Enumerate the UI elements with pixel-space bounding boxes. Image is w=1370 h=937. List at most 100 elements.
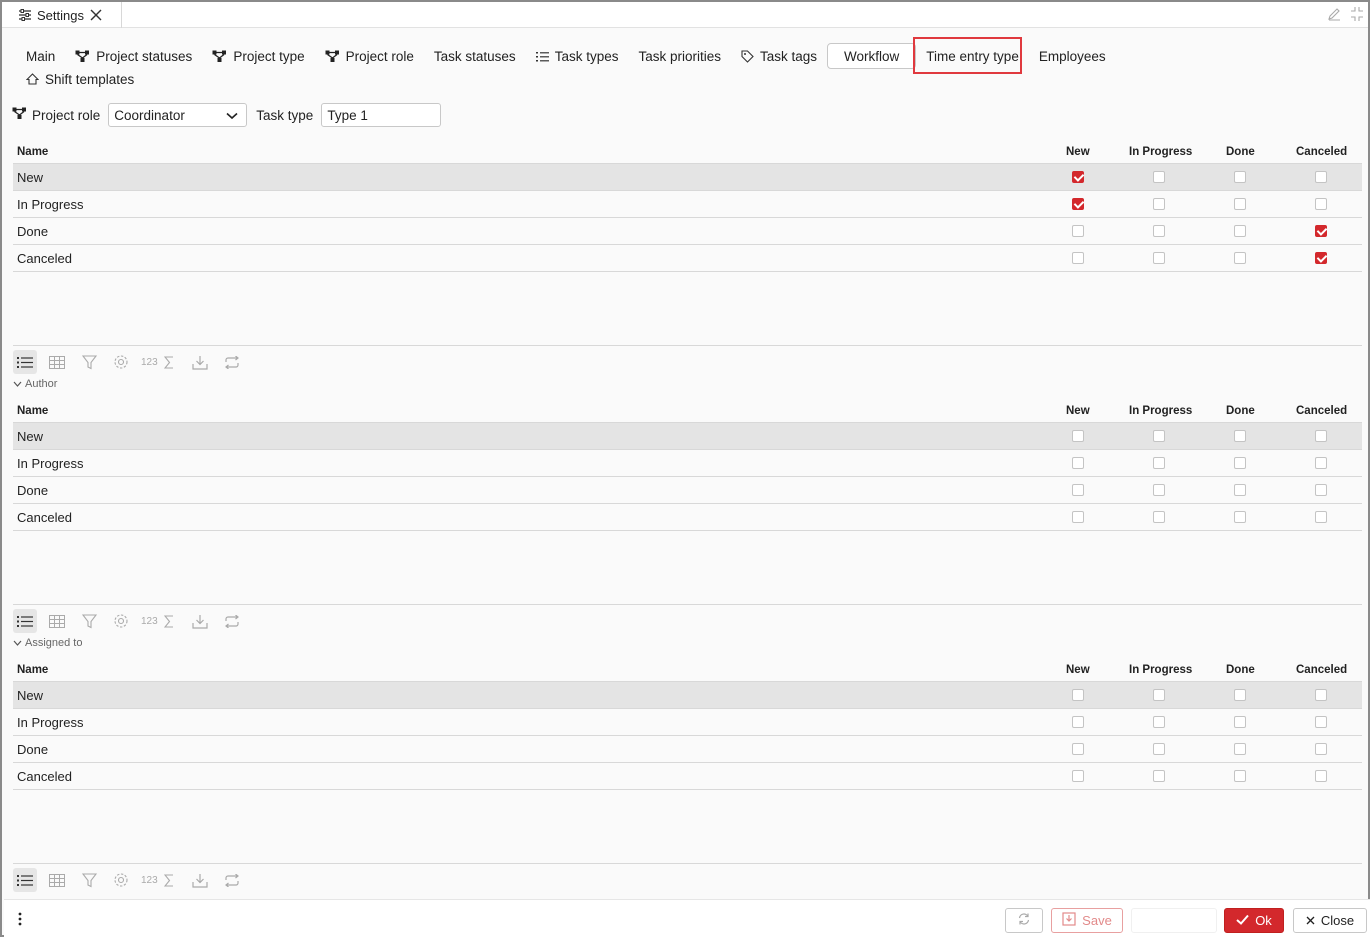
table-row[interactable]: In Progress — [13, 191, 1362, 218]
transition-checkbox[interactable] — [1315, 770, 1327, 782]
transition-checkbox[interactable] — [1153, 198, 1165, 210]
table-row[interactable]: New — [13, 164, 1362, 191]
transition-checkbox[interactable] — [1234, 511, 1246, 523]
column-header-canceled[interactable]: Canceled — [1296, 405, 1347, 417]
table-view-icon[interactable] — [45, 350, 69, 374]
transition-checkbox[interactable] — [1234, 716, 1246, 728]
table-row[interactable]: Done — [13, 218, 1362, 245]
transition-checkbox[interactable] — [1315, 457, 1327, 469]
table-row[interactable]: Done — [13, 736, 1362, 763]
list-view-icon[interactable] — [13, 609, 37, 633]
column-header-done[interactable]: Done — [1226, 664, 1255, 676]
sum-icon[interactable] — [162, 868, 176, 892]
column-header-canceled[interactable]: Canceled — [1296, 664, 1347, 676]
group-header[interactable]: Assigned to — [13, 637, 82, 649]
transition-checkbox[interactable] — [1234, 689, 1246, 701]
transition-checkbox[interactable] — [1234, 225, 1246, 237]
tab-project-type[interactable]: Project type — [202, 42, 314, 70]
transition-checkbox[interactable] — [1153, 770, 1165, 782]
column-header-name[interactable]: Name — [17, 405, 48, 417]
transition-checkbox[interactable] — [1153, 689, 1165, 701]
tab-workflow[interactable]: Workflow — [827, 43, 917, 69]
transition-checkbox[interactable] — [1153, 225, 1165, 237]
repeat-icon[interactable] — [220, 868, 244, 892]
transition-checkbox[interactable] — [1315, 716, 1327, 728]
table-view-icon[interactable] — [45, 868, 69, 892]
transition-checkbox[interactable] — [1072, 770, 1084, 782]
transition-checkbox[interactable] — [1072, 716, 1084, 728]
transition-checkbox[interactable] — [1153, 743, 1165, 755]
transition-checkbox[interactable] — [1234, 743, 1246, 755]
transition-checkbox[interactable] — [1315, 689, 1327, 701]
close-icon[interactable] — [89, 8, 103, 22]
transition-checkbox[interactable] — [1153, 171, 1165, 183]
table-row[interactable]: New — [13, 423, 1362, 450]
tab-task-priorities[interactable]: Task priorities — [628, 42, 731, 70]
ok-button[interactable]: Ok — [1224, 908, 1284, 933]
transition-checkbox[interactable] — [1315, 198, 1327, 210]
transition-checkbox[interactable] — [1234, 430, 1246, 442]
transition-checkbox[interactable] — [1315, 225, 1327, 237]
column-header-done[interactable]: Done — [1226, 146, 1255, 158]
column-header-new[interactable]: New — [1066, 405, 1090, 417]
transition-checkbox[interactable] — [1315, 171, 1327, 183]
sum-icon[interactable] — [162, 350, 176, 374]
transition-checkbox[interactable] — [1072, 743, 1084, 755]
transition-checkbox[interactable] — [1072, 430, 1084, 442]
close-button[interactable]: Close — [1293, 908, 1367, 933]
table-row[interactable]: In Progress — [13, 450, 1362, 477]
settings-tab[interactable]: Settings — [8, 2, 122, 28]
task-type-field[interactable]: Type 1 — [321, 103, 442, 127]
transition-checkbox[interactable] — [1072, 484, 1084, 496]
gear-icon[interactable] — [109, 609, 133, 633]
numeric-format-button[interactable]: 123 — [141, 357, 158, 368]
column-header-canceled[interactable]: Canceled — [1296, 146, 1347, 158]
tab-task-tags[interactable]: Task tags — [731, 42, 827, 70]
download-icon[interactable] — [188, 350, 212, 374]
more-options-icon[interactable] — [18, 912, 22, 929]
tab-task-types[interactable]: Task types — [526, 42, 629, 70]
transition-checkbox[interactable] — [1072, 457, 1084, 469]
gear-icon[interactable] — [109, 350, 133, 374]
transition-checkbox[interactable] — [1072, 689, 1084, 701]
save-button[interactable]: Save — [1051, 908, 1123, 933]
download-icon[interactable] — [188, 609, 212, 633]
transition-checkbox[interactable] — [1153, 484, 1165, 496]
column-header-name[interactable]: Name — [17, 146, 48, 158]
table-view-icon[interactable] — [45, 609, 69, 633]
repeat-icon[interactable] — [220, 609, 244, 633]
transition-checkbox[interactable] — [1234, 770, 1246, 782]
transition-checkbox[interactable] — [1153, 716, 1165, 728]
list-view-icon[interactable] — [13, 350, 37, 374]
transition-checkbox[interactable] — [1153, 252, 1165, 264]
transition-checkbox[interactable] — [1315, 743, 1327, 755]
column-header-done[interactable]: Done — [1226, 405, 1255, 417]
transition-checkbox[interactable] — [1072, 171, 1084, 183]
transition-checkbox[interactable] — [1072, 511, 1084, 523]
column-header-new[interactable]: New — [1066, 664, 1090, 676]
transition-checkbox[interactable] — [1315, 484, 1327, 496]
table-row[interactable]: Canceled — [13, 763, 1362, 790]
tab-project-role[interactable]: Project role — [315, 42, 424, 70]
transition-checkbox[interactable] — [1234, 484, 1246, 496]
column-header-in-progress[interactable]: In Progress — [1129, 664, 1192, 676]
sum-icon[interactable] — [162, 609, 176, 633]
transition-checkbox[interactable] — [1153, 511, 1165, 523]
tab-task-statuses[interactable]: Task statuses — [424, 42, 526, 70]
filter-icon[interactable] — [77, 868, 101, 892]
transition-checkbox[interactable] — [1234, 457, 1246, 469]
transition-checkbox[interactable] — [1072, 198, 1084, 210]
transition-checkbox[interactable] — [1234, 252, 1246, 264]
group-header[interactable]: Author — [13, 378, 57, 390]
edit-pencil-icon[interactable] — [1326, 6, 1342, 25]
table-row[interactable]: Canceled — [13, 245, 1362, 272]
transition-checkbox[interactable] — [1234, 198, 1246, 210]
tab-shift-templates[interactable]: Shift templates — [16, 65, 144, 93]
transition-checkbox[interactable] — [1153, 457, 1165, 469]
transition-checkbox[interactable] — [1072, 252, 1084, 264]
list-view-icon[interactable] — [13, 868, 37, 892]
gear-icon[interactable] — [109, 868, 133, 892]
transition-checkbox[interactable] — [1315, 430, 1327, 442]
filter-icon[interactable] — [77, 350, 101, 374]
transition-checkbox[interactable] — [1153, 430, 1165, 442]
